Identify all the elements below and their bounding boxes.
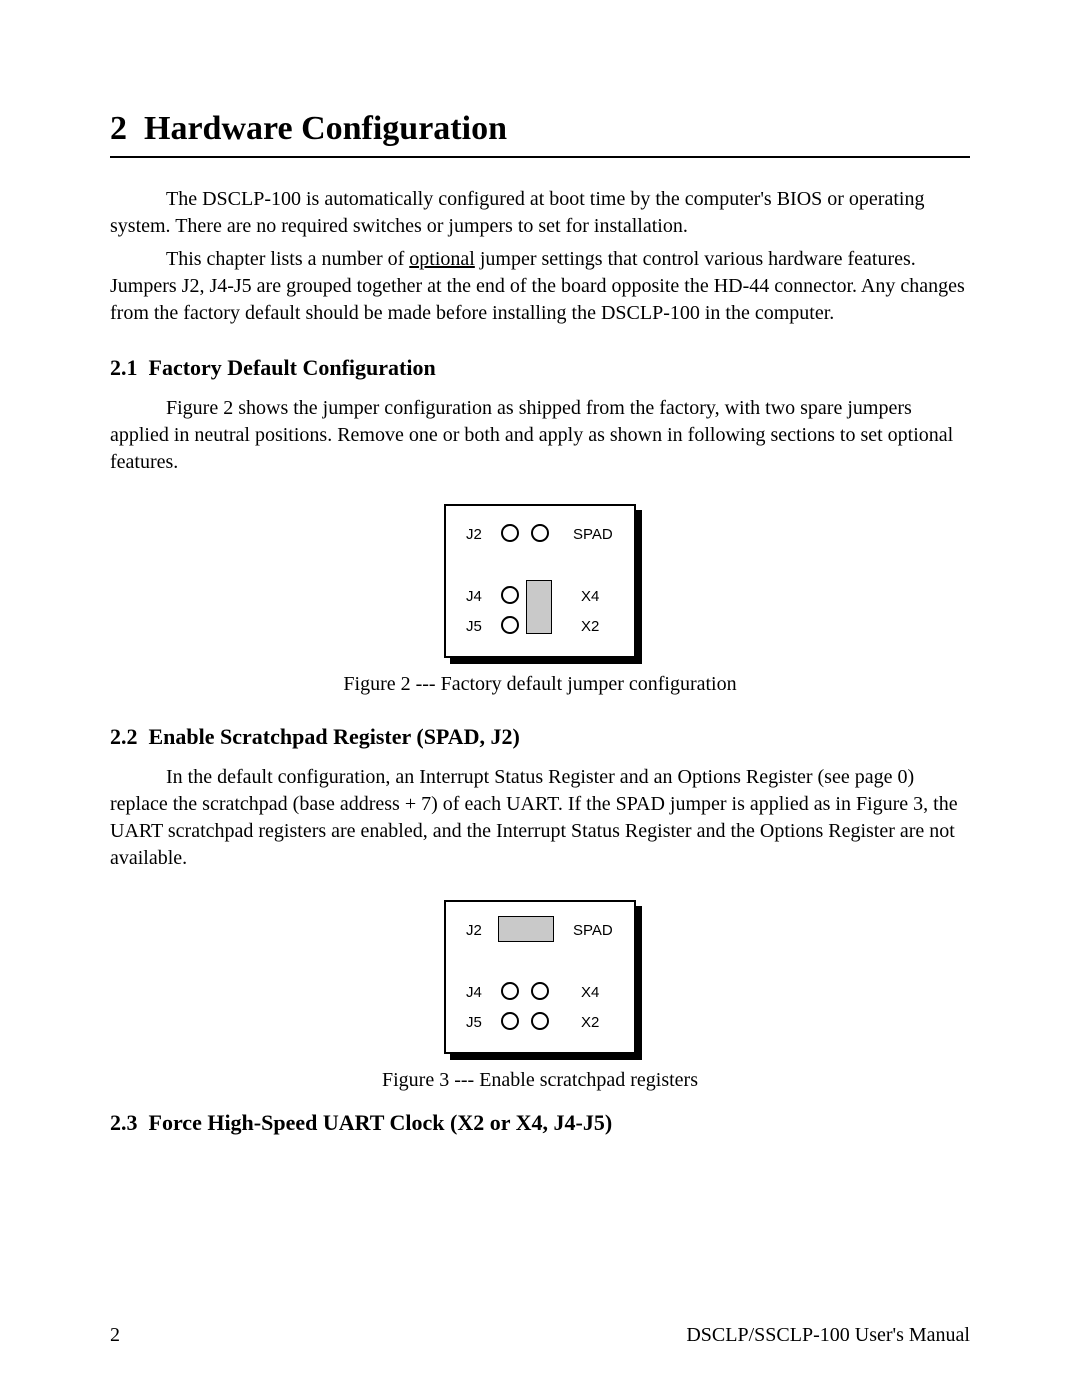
spare-shunt — [526, 580, 552, 634]
sec21-title: Factory Default Configuration — [149, 355, 436, 380]
jumper-diagram-fig2: J2 SPAD J4 X4 J5 X2 — [444, 504, 636, 658]
diagram-box: J2 SPAD J4 X4 J5 X2 — [444, 504, 636, 658]
intro-para-2: This chapter lists a number of optional … — [110, 246, 970, 327]
sec23-title: Force High-Speed UART Clock (X2 or X4, J… — [149, 1110, 613, 1135]
label-j4-f3: J4 — [466, 984, 482, 1001]
manual-page: 2 Hardware Configuration The DSCLP-100 i… — [0, 0, 1080, 1397]
label-j2-f3: J2 — [466, 922, 482, 939]
pin-j5-1 — [501, 616, 519, 634]
figure-2: J2 SPAD J4 X4 J5 X2 Figure 2 --- Factory… — [110, 504, 970, 696]
label-spad: SPAD — [573, 526, 613, 543]
manual-title: DSCLP/SSCLP-100 User's Manual — [686, 1324, 970, 1347]
figure-3-caption: Figure 3 --- Enable scratchpad registers — [110, 1069, 970, 1092]
pin-j5-1-f3 — [501, 1012, 519, 1030]
sec23-num: 2.3 — [110, 1110, 138, 1135]
page-number: 2 — [110, 1324, 120, 1347]
sec22-title: Enable Scratchpad Register (SPAD, J2) — [149, 724, 520, 749]
label-x2: X2 — [581, 618, 599, 635]
sec22-num: 2.2 — [110, 724, 138, 749]
jumper-diagram-fig3: J2 SPAD J4 X4 J5 X2 — [444, 900, 636, 1054]
label-j2: J2 — [466, 526, 482, 543]
sec21-num: 2.1 — [110, 355, 138, 380]
figure-3: J2 SPAD J4 X4 J5 X2 Figure 3 --- Enable … — [110, 900, 970, 1092]
section-2-2-heading: 2.2 Enable Scratchpad Register (SPAD, J2… — [110, 724, 970, 750]
label-x4: X4 — [581, 588, 599, 605]
label-spad-f3: SPAD — [573, 922, 613, 939]
intro-para-2a: This chapter lists a number of — [166, 248, 409, 270]
page-footer: 2 DSCLP/SSCLP-100 User's Manual — [110, 1324, 970, 1347]
label-j4: J4 — [466, 588, 482, 605]
label-j5: J5 — [466, 618, 482, 635]
heading-rule — [110, 156, 970, 158]
label-x2-f3: X2 — [581, 1014, 599, 1031]
pin-j2-2 — [531, 524, 549, 542]
section-2-3-heading: 2.3 Force High-Speed UART Clock (X2 or X… — [110, 1110, 970, 1136]
label-j5-f3: J5 — [466, 1014, 482, 1031]
optional-word: optional — [409, 248, 475, 270]
pin-j4-2-f3 — [531, 982, 549, 1000]
chapter-heading: 2 Hardware Configuration — [110, 110, 970, 148]
pin-j5-2-f3 — [531, 1012, 549, 1030]
sec22-para: In the default configuration, an Interru… — [110, 764, 970, 872]
figure-2-caption: Figure 2 --- Factory default jumper conf… — [110, 673, 970, 696]
diagram-box-3: J2 SPAD J4 X4 J5 X2 — [444, 900, 636, 1054]
pin-j2-1 — [501, 524, 519, 542]
intro-para-1: The DSCLP-100 is automatically configure… — [110, 186, 970, 240]
section-2-1-heading: 2.1 Factory Default Configuration — [110, 355, 970, 381]
label-x4-f3: X4 — [581, 984, 599, 1001]
spad-shunt — [498, 916, 554, 942]
pin-j4-1-f3 — [501, 982, 519, 1000]
sec21-para: Figure 2 shows the jumper configuration … — [110, 395, 970, 476]
pin-j4-1 — [501, 586, 519, 604]
chapter-number: 2 — [110, 110, 127, 147]
chapter-title: Hardware Configuration — [144, 110, 507, 147]
